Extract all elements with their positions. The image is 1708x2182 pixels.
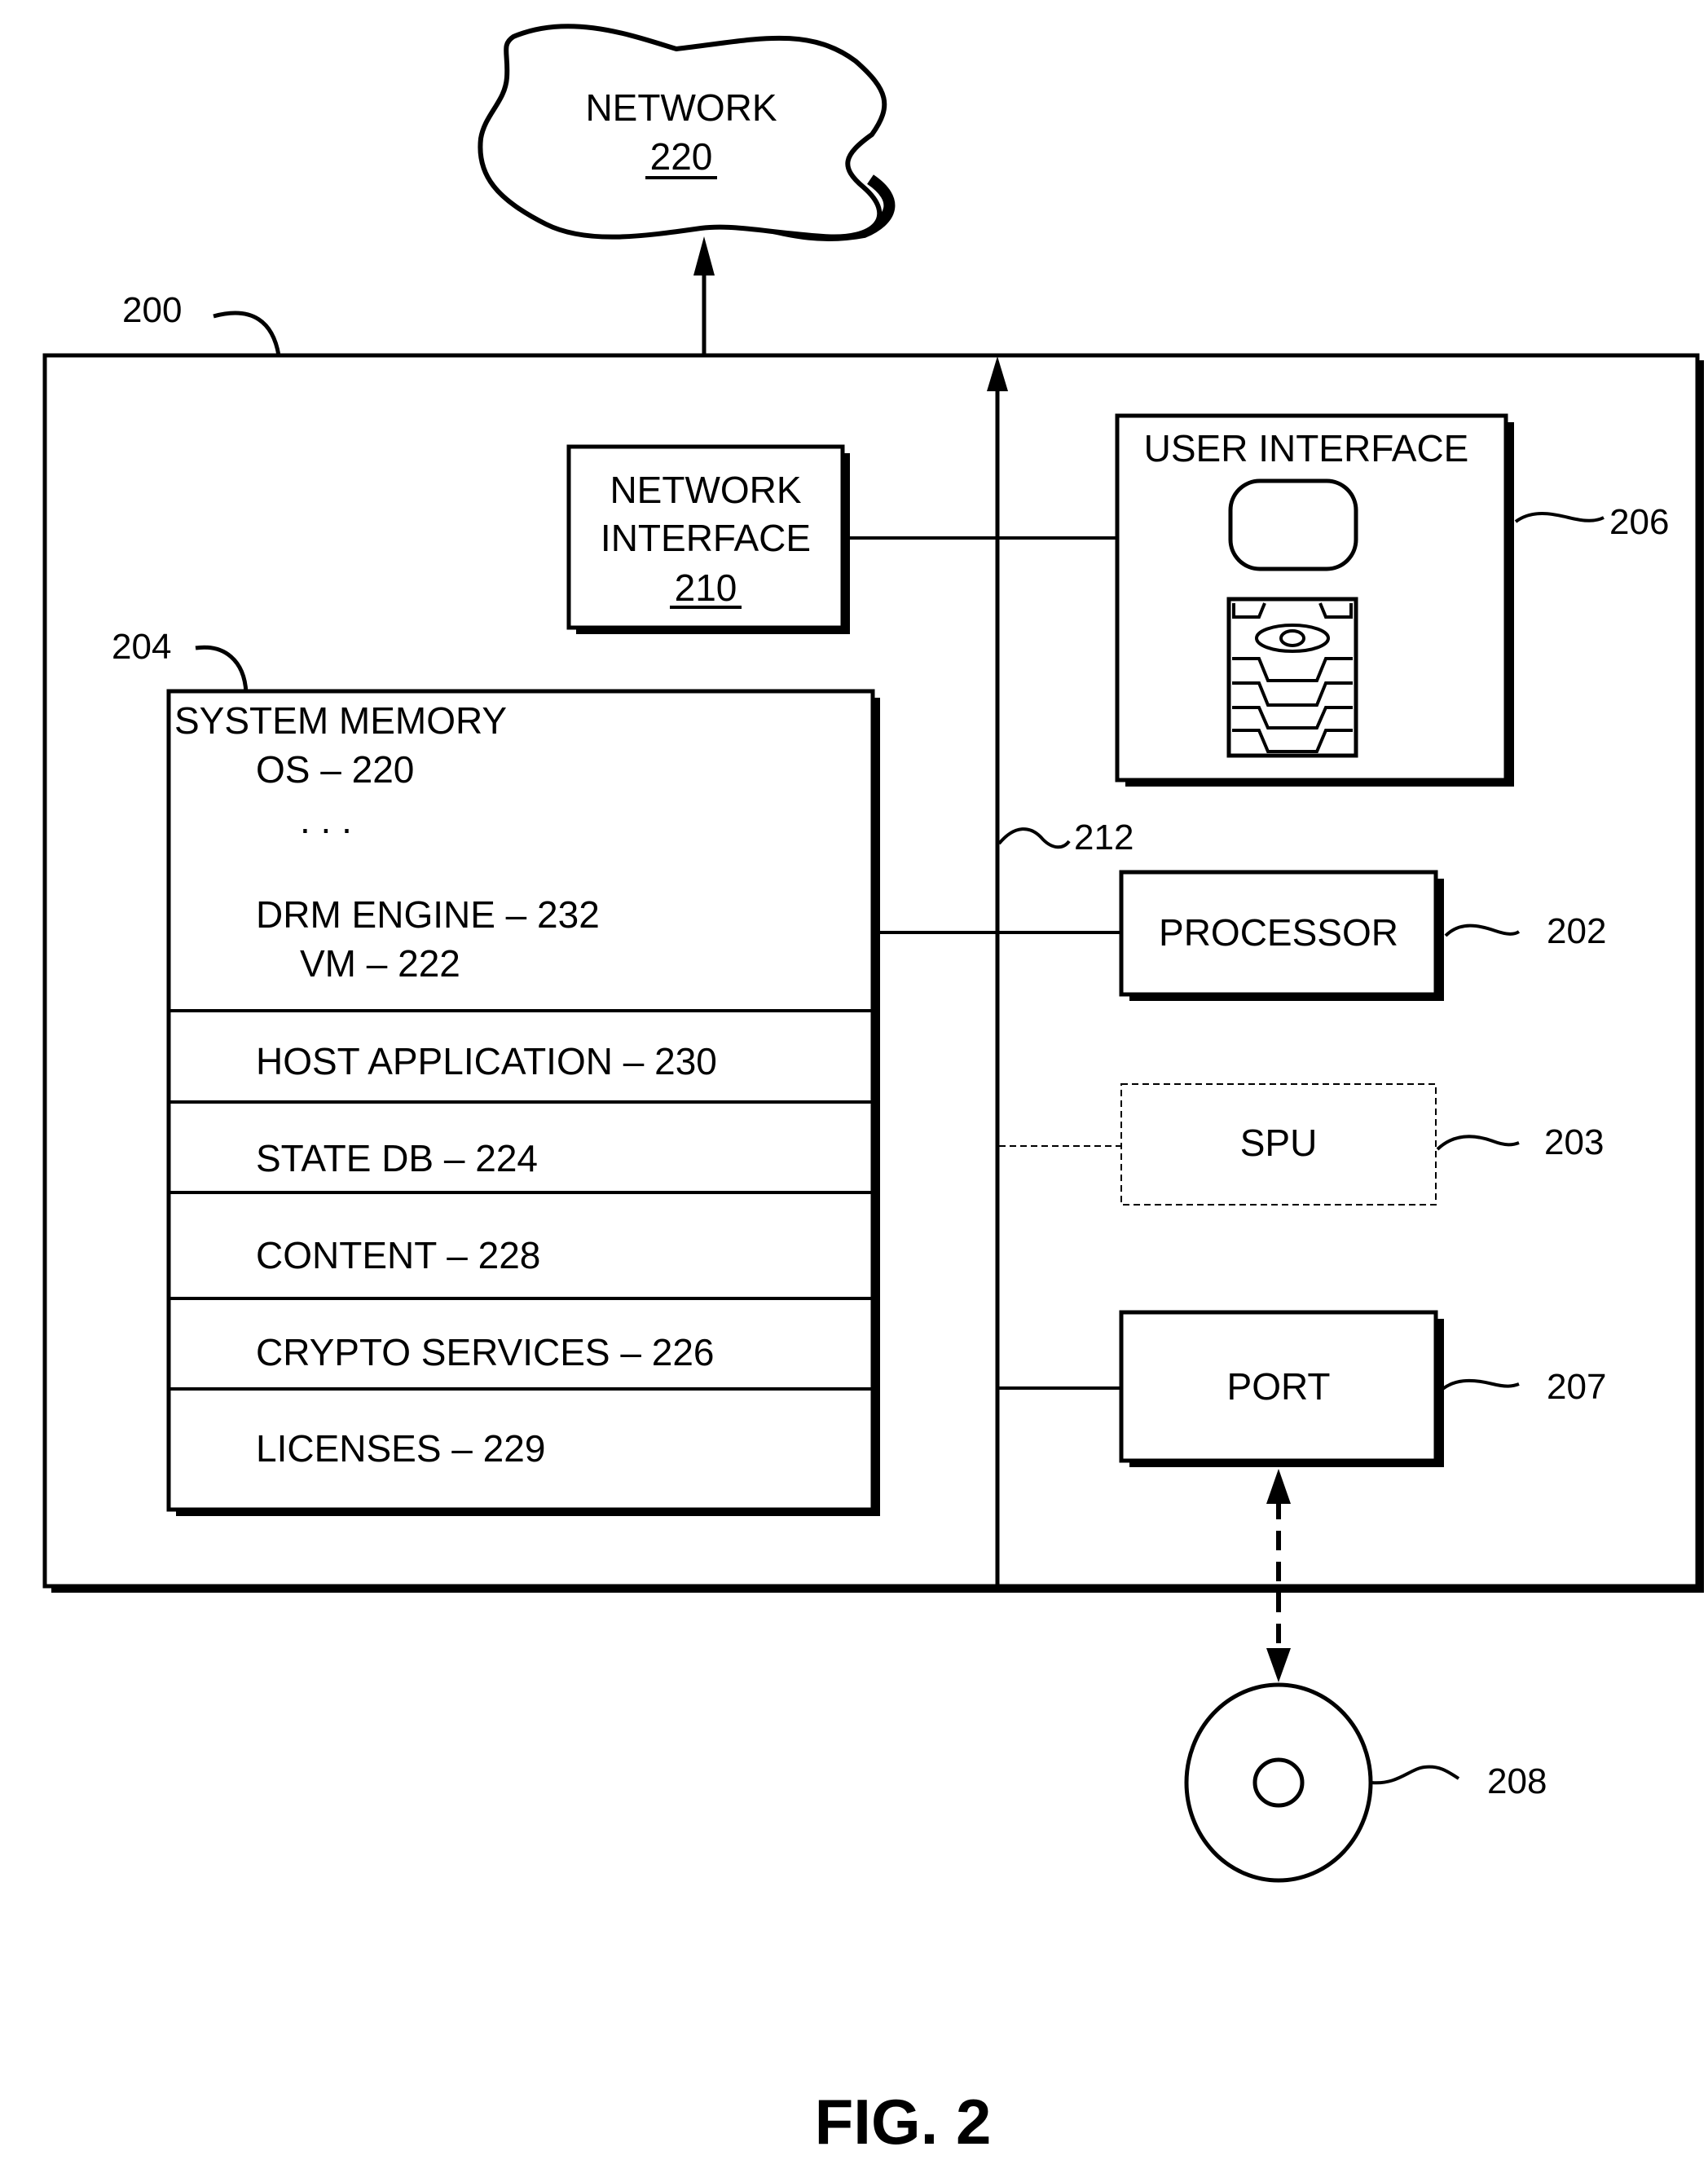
device-leader [213,311,281,356]
system-memory-title: SYSTEM MEMORY [174,699,507,742]
sysmem-row-licenses: LICENSES – 229 [256,1427,545,1470]
sysmem-row-state-db: STATE DB – 224 [256,1137,538,1179]
ni-ref: 210 [675,566,737,609]
network-title: NETWORK [585,86,777,129]
sysmem-item-ellipsis: . . . [300,799,352,841]
sysmem-item-vm: VM – 222 [300,942,460,985]
port-ref: 207 [1547,1367,1606,1407]
network-cloud: NETWORK 220 [478,24,896,241]
keypad-icon [1226,597,1358,758]
disc-hub-icon [1252,1757,1305,1808]
network-cloud-outline [478,24,887,240]
port-label: PORT [1227,1365,1331,1408]
sysmem-row-content: CONTENT – 228 [256,1234,540,1276]
network-interface-box: NETWORK INTERFACE 210 [566,444,850,634]
processor-ref: 202 [1547,911,1606,951]
spu-ref: 203 [1544,1122,1604,1162]
sysmem-row-crypto-services: CRYPTO SERVICES – 226 [256,1331,715,1373]
bus-ref: 212 [1074,818,1134,857]
ni-line2: INTERFACE [601,517,811,559]
spu-label: SPU [1240,1122,1318,1164]
disc-ref: 208 [1487,1761,1547,1801]
ui-title: USER INTERFACE [1144,427,1469,469]
patent-figure: NETWORK 220 200 NETWORK INTERFACE 210 21… [42,24,1704,2158]
sysmem-item-os: OS – 220 [256,748,414,791]
network-ref: 220 [650,135,713,178]
ni-line1: NETWORK [610,469,801,511]
processor-label: PROCESSOR [1159,911,1398,954]
disc-leader [1371,1765,1460,1785]
arrowhead-up [693,236,715,276]
figure-caption: FIG. 2 [815,2086,992,2158]
system-memory-ref: 204 [112,627,171,667]
sysmem-row-host-application: HOST APPLICATION – 230 [256,1040,717,1082]
system-memory-box: 204 SYSTEM MEMORY OS – 220 . . . DRM ENG… [112,627,880,1516]
sysmem-item-drm-engine: DRM ENGINE – 232 [256,893,600,936]
arrowhead-down [1266,1648,1291,1682]
removable-media-disc: 208 [1184,1682,1547,1883]
display-screen-icon [1228,478,1358,571]
device-ref: 200 [122,290,182,330]
ui-ref: 206 [1609,502,1669,542]
